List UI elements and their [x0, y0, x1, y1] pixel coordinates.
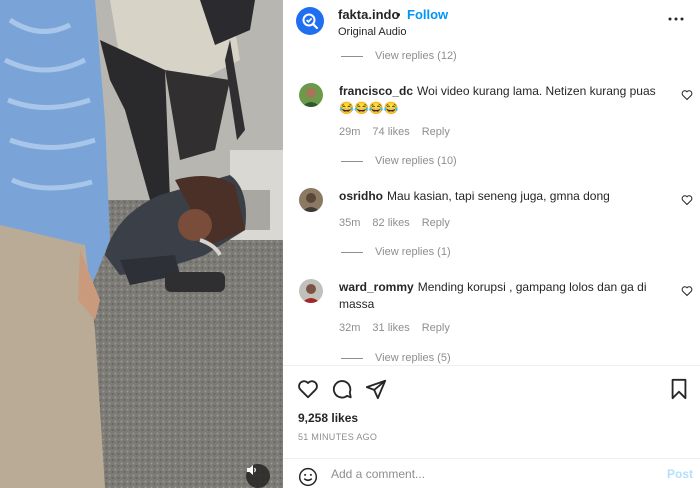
replies-line	[341, 251, 363, 253]
comment-time: 32m	[339, 322, 361, 334]
heart-icon[interactable]	[681, 285, 693, 297]
view-replies-button[interactable]: View replies (5)	[341, 352, 451, 364]
mute-toggle-button[interactable]	[246, 464, 270, 488]
comment-icon[interactable]	[331, 378, 353, 400]
video-player[interactable]	[0, 0, 283, 488]
comment-text: ward_rommy Mending korupsi , gampang lolo…	[339, 280, 647, 311]
comment-avatar[interactable]	[299, 83, 323, 107]
comments-list[interactable]: View replies (12) francisco_dc Woi video …	[283, 46, 700, 364]
bookmark-icon[interactable]	[669, 378, 689, 400]
comment-avatar[interactable]	[299, 279, 323, 303]
post-header: fakta.indo • Follow Original Audio	[283, 0, 700, 46]
more-icon[interactable]	[667, 10, 685, 28]
search-check-logo-icon	[302, 13, 319, 30]
comment-username[interactable]: ward_rommy	[339, 280, 414, 294]
post-time: 51 MINUTES AGO	[298, 432, 378, 442]
replies-line	[341, 357, 363, 359]
reply-button[interactable]: Reply	[422, 126, 450, 138]
send-icon[interactable]	[365, 378, 387, 400]
reply-button[interactable]: Reply	[422, 322, 450, 334]
comment-avatar[interactable]	[299, 188, 323, 212]
likes-count[interactable]: 9,258 likes	[298, 411, 358, 425]
comment-meta: 32m 31 likes Reply	[339, 322, 462, 334]
post-actions	[283, 374, 700, 404]
comment-username[interactable]: francisco_dc	[339, 84, 413, 98]
divider	[283, 365, 700, 366]
add-comment-bar: Post	[283, 459, 700, 488]
comment-time: 35m	[339, 217, 361, 229]
replies-line	[341, 55, 363, 57]
comment-meta: 35m 82 likes Reply	[339, 217, 462, 229]
replies-line	[341, 160, 363, 162]
emoji-icon[interactable]	[298, 467, 318, 487]
heart-icon[interactable]	[681, 89, 693, 101]
comment-text: francisco_dc Woi video kurang lama. Netiz…	[339, 84, 656, 115]
post-side-panel: fakta.indo • Follow Original Audio View …	[283, 0, 700, 488]
post-comment-button[interactable]: Post	[667, 467, 693, 481]
view-replies-button[interactable]: View replies (1)	[341, 246, 451, 260]
separator-dot: •	[396, 7, 401, 22]
follow-button[interactable]: Follow	[407, 7, 448, 22]
comment-time: 29m	[339, 126, 361, 138]
comment-username[interactable]: osridho	[339, 189, 383, 203]
comment-input[interactable]	[331, 464, 631, 484]
comment-likes[interactable]: 82 likes	[372, 217, 409, 229]
view-replies-button[interactable]: View replies (10)	[341, 155, 457, 169]
heart-icon[interactable]	[297, 378, 319, 400]
video-frame-image	[0, 0, 283, 488]
speaker-icon	[247, 465, 256, 475]
account-avatar[interactable]	[296, 7, 324, 35]
account-username[interactable]: fakta.indo	[338, 7, 399, 22]
view-replies-button[interactable]: View replies (12)	[341, 50, 457, 64]
comment-text: osridho Mau kasian, tapi seneng juga, gmn…	[339, 189, 610, 203]
comment-meta: 29m 74 likes Reply	[339, 126, 462, 138]
comment-likes[interactable]: 74 likes	[372, 126, 409, 138]
audio-label[interactable]: Original Audio	[338, 26, 407, 38]
reply-button[interactable]: Reply	[422, 217, 450, 229]
heart-icon[interactable]	[681, 194, 693, 206]
comment-likes[interactable]: 31 likes	[372, 322, 409, 334]
